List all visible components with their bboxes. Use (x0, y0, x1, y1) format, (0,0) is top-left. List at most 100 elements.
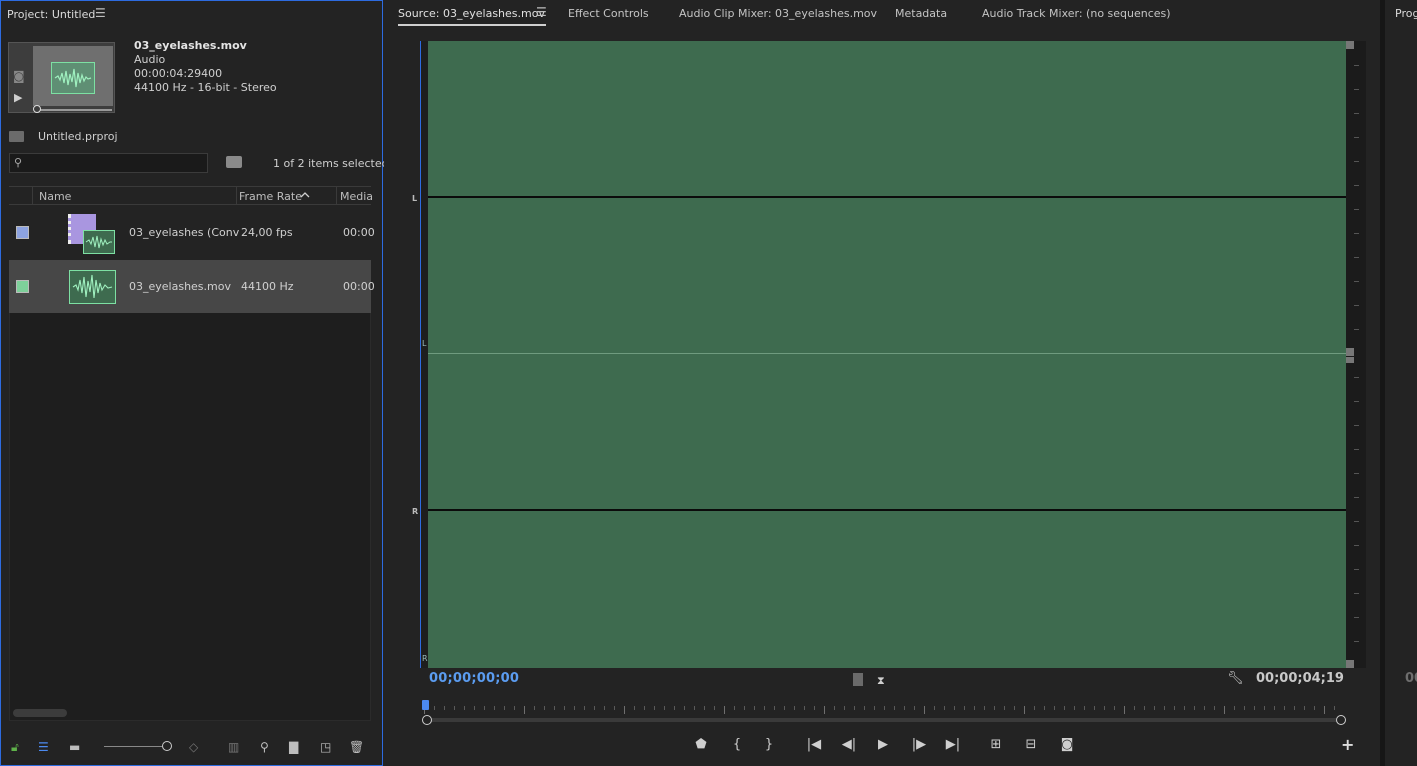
settings-wrench-icon[interactable]: 🔧︎ (1227, 671, 1244, 686)
playhead-marker[interactable] (422, 700, 429, 710)
drag-audio-only-icon[interactable]: ⧗ (877, 674, 885, 688)
step-forward-icon[interactable]: |▶ (909, 735, 929, 755)
time-ruler-bar[interactable] (422, 700, 1346, 726)
insert-icon[interactable]: ⊞ (986, 735, 1006, 755)
program-timecode[interactable]: 00 (1405, 671, 1417, 686)
new-bin-icon[interactable]: ▇ (289, 740, 298, 754)
time-ruler-tick (474, 706, 475, 710)
go-to-in-icon[interactable]: |◀ (804, 735, 824, 755)
new-search-bin-icon[interactable] (226, 156, 242, 168)
waveform-channel-left[interactable] (428, 41, 1346, 353)
tab-audio-clip-mixer[interactable]: Audio Clip Mixer: 03_eyelashes.mov (679, 7, 877, 20)
mark-out-icon[interactable]: } (759, 735, 779, 755)
column-header-media[interactable]: Media (340, 190, 373, 203)
time-ruler-tick (1294, 706, 1295, 710)
list-view-icon[interactable]: ☰ (38, 740, 49, 754)
column-header-name[interactable]: Name (39, 190, 71, 203)
amplitude-ruler-tick (1354, 401, 1359, 402)
time-ruler-tick (1034, 706, 1035, 710)
preview-scrub-track[interactable] (38, 109, 112, 111)
sort-icon[interactable]: ◇ (189, 740, 198, 754)
source-monitor-panel: Source: 03_eyelashes.mov ☰ Effect Contro… (384, 0, 1380, 766)
overwrite-icon[interactable]: ⊟ (1021, 735, 1041, 755)
amplitude-ruler[interactable] (1346, 41, 1366, 668)
time-ruler[interactable] (424, 706, 1344, 714)
time-ruler-tick (1334, 706, 1335, 710)
amplitude-ruler-tick (1354, 89, 1359, 90)
time-ruler-tick (764, 706, 765, 710)
project-panel-menu-icon[interactable]: ☰ (95, 6, 106, 20)
poster-frame-camera-icon[interactable]: ◙ (13, 69, 25, 83)
source-panel-menu-icon[interactable]: ☰ (536, 5, 547, 19)
time-ruler-tick (1164, 706, 1165, 710)
thumbnail-zoom-handle[interactable] (162, 741, 172, 751)
new-item-icon[interactable]: ◳ (320, 740, 331, 754)
play-icon[interactable]: ▶ (873, 735, 893, 755)
step-back-icon[interactable]: ◀| (839, 735, 859, 755)
button-editor-add-icon[interactable]: + (1341, 735, 1354, 754)
mark-in-icon[interactable]: { (727, 735, 747, 755)
item-name: 03_eyelashes.mov (129, 280, 231, 293)
zoom-scroll-bar[interactable] (426, 718, 1340, 722)
audio-waveform-display[interactable]: L R (420, 41, 1366, 668)
item-media: 00:00 (343, 280, 375, 293)
tab-effect-controls[interactable]: Effect Controls (568, 7, 649, 20)
time-ruler-tick (814, 706, 815, 710)
find-icon[interactable]: ⚲ (260, 740, 269, 754)
tab-source[interactable]: Source: 03_eyelashes.mov (398, 7, 545, 20)
amplitude-ruler-tick (1354, 209, 1359, 210)
amplitude-ruler-tick (1354, 641, 1359, 642)
amplitude-ruler-tick (1354, 161, 1359, 162)
zoom-handle-start[interactable] (422, 715, 432, 725)
time-ruler-tick (1244, 706, 1245, 710)
time-ruler-tick (604, 706, 605, 710)
go-to-out-icon[interactable]: ▶| (943, 735, 963, 755)
time-ruler-tick (864, 706, 865, 710)
channel-label-left: L (412, 194, 418, 203)
clear-icon[interactable]: 🗑︎ (349, 740, 364, 754)
time-ruler-tick (624, 706, 625, 714)
add-marker-icon[interactable]: ⬟ (691, 735, 711, 755)
tab-metadata[interactable]: Metadata (895, 7, 947, 20)
column-header-frame-rate[interactable]: Frame Rate (239, 190, 302, 203)
amplitude-ruler-tick (1354, 497, 1359, 498)
project-search-input[interactable] (9, 153, 208, 173)
horizontal-scrollbar[interactable] (13, 709, 67, 717)
list-item[interactable]: 03_eyelashes (Conv 24,00 fps 00:00 (9, 206, 375, 260)
thumbnail-zoom-track[interactable] (104, 746, 162, 747)
audio-waveform-icon (51, 62, 95, 94)
label-color-swatch[interactable] (16, 226, 29, 239)
waveform-channel-right[interactable] (428, 354, 1346, 668)
gutter-label-right: R (422, 654, 428, 663)
bin-name: Untitled.prproj (38, 130, 118, 143)
time-ruler-tick (754, 706, 755, 710)
time-ruler-tick (744, 706, 745, 710)
label-color-swatch[interactable] (16, 280, 29, 293)
drag-video-only-icon[interactable] (853, 673, 863, 686)
amplitude-ruler-tick (1354, 617, 1359, 618)
time-ruler-tick (994, 706, 995, 710)
automate-to-sequence-icon[interactable]: ▥ (228, 740, 239, 754)
sort-ascending-icon[interactable] (299, 190, 311, 203)
lock-icon[interactable]: 🔓︎ (11, 740, 19, 755)
playhead-timecode[interactable]: 00;00;00;00 (429, 671, 519, 686)
export-frame-icon[interactable]: ◙ (1057, 735, 1077, 755)
time-ruler-tick (1054, 706, 1055, 710)
icon-view-icon[interactable]: ▬ (69, 740, 80, 754)
list-item[interactable]: 03_eyelashes.mov 44100 Hz 00:00 (9, 260, 375, 314)
project-panel-title[interactable]: Project: Untitled (7, 8, 95, 21)
time-ruler-tick (1104, 706, 1105, 710)
time-ruler-tick (1014, 706, 1015, 710)
amplitude-ruler-tick (1354, 281, 1359, 282)
bin-folder-icon (9, 131, 24, 142)
preview-scrub-handle[interactable] (33, 105, 41, 113)
tab-audio-track-mixer[interactable]: Audio Track Mixer: (no sequences) (982, 7, 1171, 20)
program-panel-title[interactable]: Prog (1395, 7, 1417, 20)
time-ruler-tick (444, 706, 445, 710)
amplitude-ruler-tick (1354, 377, 1359, 378)
time-ruler-tick (944, 706, 945, 710)
source-tab-bar: Source: 03_eyelashes.mov ☰ Effect Contro… (384, 0, 1380, 28)
preview-play-icon[interactable]: ▶ (14, 91, 22, 104)
time-ruler-tick (614, 706, 615, 710)
zoom-handle-end[interactable] (1336, 715, 1346, 725)
